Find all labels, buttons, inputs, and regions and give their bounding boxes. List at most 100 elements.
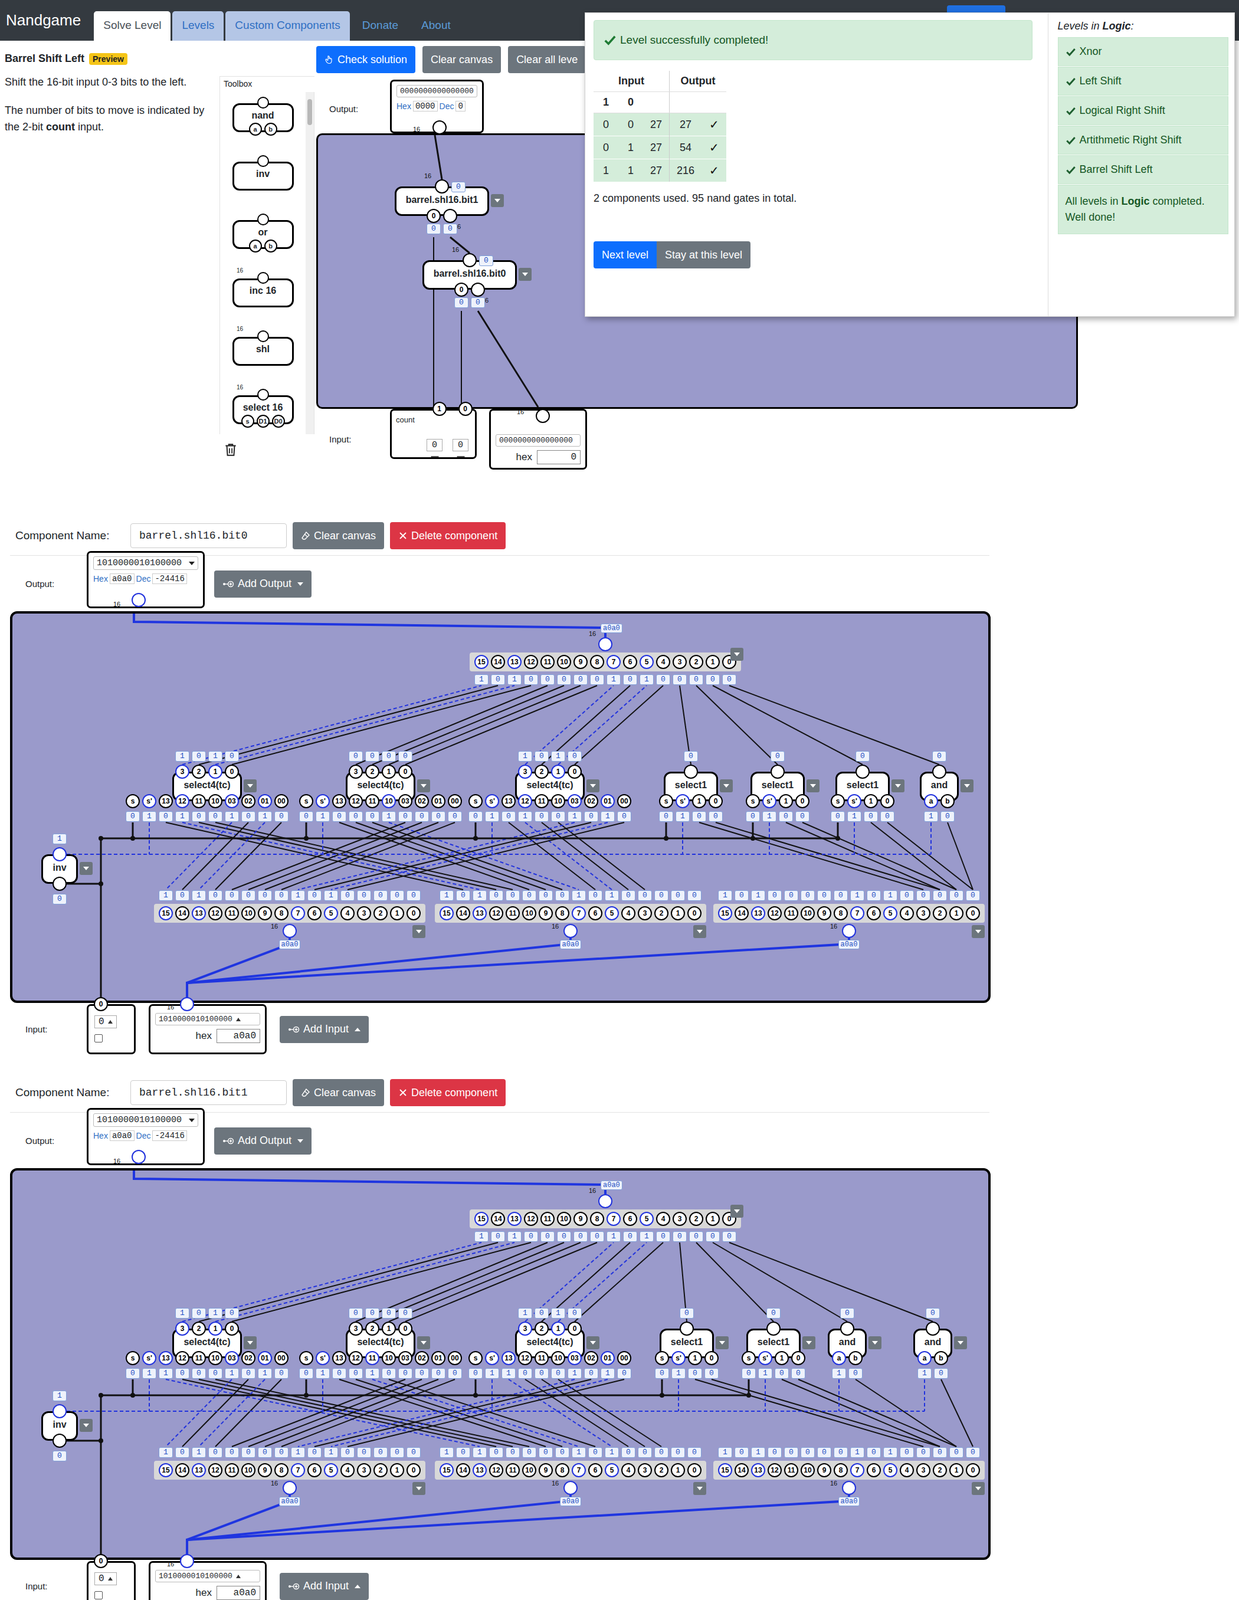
- input-pin[interactable]: 03: [224, 1351, 239, 1366]
- gate-component[interactable]: 0andab10: [909, 1307, 957, 1380]
- delete-component-button[interactable]: Delete component: [389, 1079, 506, 1107]
- input-pin[interactable]: 01: [257, 794, 272, 809]
- hex-input[interactable]: a0a0: [216, 1028, 261, 1044]
- input-pin[interactable]: s: [830, 794, 845, 809]
- output-pin[interactable]: 13: [191, 906, 206, 921]
- output-pin[interactable]: 3: [356, 906, 372, 921]
- output-pin[interactable]: 11: [784, 1463, 799, 1478]
- input-pin[interactable]: 1: [778, 794, 793, 809]
- dropdown-button[interactable]: [79, 1418, 93, 1432]
- output-pin[interactable]: 12: [489, 906, 504, 921]
- bit-checkbox[interactable]: [94, 1034, 103, 1043]
- input-pin[interactable]: 12: [175, 794, 190, 809]
- input-pin[interactable]: 0: [426, 208, 441, 224]
- bit-checkbox[interactable]: [430, 456, 439, 458]
- trash-icon[interactable]: [223, 441, 239, 458]
- level-item[interactable]: Left Shift: [1057, 66, 1229, 96]
- input-pin[interactable]: 5: [639, 1211, 654, 1227]
- output-pin[interactable]: 1: [208, 1321, 223, 1336]
- output-pin[interactable]: 11: [505, 906, 520, 921]
- delete-component-button[interactable]: Delete component: [389, 522, 506, 550]
- input-pin[interactable]: [52, 1433, 67, 1448]
- output-pin[interactable]: [131, 1149, 146, 1165]
- output-pin[interactable]: 9: [538, 1463, 553, 1478]
- output-pin[interactable]: 14: [175, 1463, 190, 1478]
- gate-component[interactable]: 0andab10: [823, 1307, 871, 1380]
- output-pin[interactable]: 7: [571, 906, 586, 921]
- gate-component[interactable]: 10103210select4(tc)ss'131211100302010001…: [467, 750, 633, 823]
- dropdown-caret[interactable]: [188, 1118, 195, 1123]
- component-name-input[interactable]: barrel.shl16.bit0: [130, 523, 287, 549]
- circuit-canvas[interactable]: 16a0a01514131211109876543210101000001010…: [10, 1168, 991, 1560]
- clear-canvas-button[interactable]: Clear canvas: [292, 1079, 385, 1107]
- output-pin[interactable]: 8: [274, 1463, 289, 1478]
- output-pin[interactable]: 14: [456, 1463, 471, 1478]
- output-pin[interactable]: 0: [567, 1321, 582, 1336]
- input-pin[interactable]: s: [654, 1351, 670, 1366]
- dropdown-button[interactable]: [693, 925, 707, 939]
- output-pin[interactable]: 1: [551, 1321, 566, 1336]
- output-pin[interactable]: 2: [191, 1321, 206, 1336]
- output-pin[interactable]: [766, 1321, 781, 1336]
- output-pin[interactable]: 6: [307, 1463, 322, 1478]
- dropdown-button[interactable]: [868, 1336, 882, 1350]
- output-pin[interactable]: 15: [718, 1463, 733, 1478]
- input-pin[interactable]: 15: [474, 654, 489, 670]
- input-pin[interactable]: s': [675, 794, 690, 809]
- input-pin[interactable]: [52, 876, 67, 891]
- output-pin[interactable]: [432, 120, 447, 135]
- input-pin[interactable]: s: [125, 1351, 140, 1366]
- input-pin[interactable]: s: [468, 1351, 483, 1366]
- input-pin[interactable]: 03: [398, 1351, 413, 1366]
- input-pin[interactable]: 00: [274, 1351, 289, 1366]
- input-pin[interactable]: 1: [863, 794, 878, 809]
- dropdown-button[interactable]: [730, 647, 744, 661]
- brand[interactable]: Nandgame: [0, 11, 94, 30]
- input-pin[interactable]: b: [933, 1351, 949, 1366]
- splitter[interactable]: 1010000010100000151413121110987654321016…: [434, 889, 707, 950]
- dropdown-caret[interactable]: [188, 561, 195, 566]
- input-pin[interactable]: [443, 208, 458, 224]
- dropdown-button[interactable]: [586, 1336, 600, 1350]
- output-pin[interactable]: 1: [389, 906, 405, 921]
- output-pin[interactable]: 5: [323, 906, 339, 921]
- output-pin[interactable]: 0: [224, 764, 239, 779]
- output-pin[interactable]: 4: [621, 1463, 636, 1478]
- output-pin[interactable]: 5: [883, 906, 898, 921]
- output-pin[interactable]: 2: [534, 764, 549, 779]
- input-pin[interactable]: 01: [431, 1351, 446, 1366]
- input-pin[interactable]: 11: [191, 794, 206, 809]
- gate-component[interactable]: 10103210select4(tc)ss'131211100302010001…: [124, 1307, 290, 1380]
- output-pin[interactable]: [462, 253, 477, 268]
- input-pin[interactable]: 01: [431, 794, 446, 809]
- output-pin[interactable]: 8: [833, 906, 848, 921]
- output-pin[interactable]: 10: [800, 906, 815, 921]
- input-pin[interactable]: 13: [332, 794, 347, 809]
- toolbar-button[interactable]: Check solution: [316, 46, 416, 74]
- level-item[interactable]: Barrel Shift Left: [1057, 155, 1229, 185]
- toolbar-button[interactable]: Clear canvas: [422, 46, 501, 74]
- output-pin[interactable]: 6: [588, 1463, 603, 1478]
- input-pin[interactable]: 13: [501, 794, 516, 809]
- input-pin[interactable]: 1: [705, 654, 720, 670]
- output-pin[interactable]: [52, 1404, 67, 1419]
- toolbox-item[interactable]: inv: [220, 150, 306, 209]
- dropdown-button[interactable]: [243, 1336, 257, 1350]
- input-pin[interactable]: s': [315, 794, 330, 809]
- output-pin[interactable]: 2: [932, 906, 947, 921]
- splitter[interactable]: 1010000010100000151413121110987654321016…: [153, 1446, 426, 1507]
- add-output-button[interactable]: Add Output: [214, 570, 312, 598]
- input-pin[interactable]: 0: [880, 794, 895, 809]
- output-pin[interactable]: 11: [505, 1463, 520, 1478]
- output-pin[interactable]: [683, 764, 698, 779]
- input-pin[interactable]: s': [847, 794, 862, 809]
- input-pin[interactable]: s: [125, 794, 140, 809]
- input-pin[interactable]: s': [142, 794, 157, 809]
- input-pin[interactable]: 01: [257, 1351, 272, 1366]
- input-pin[interactable]: [841, 1480, 857, 1496]
- dropdown-button[interactable]: [715, 1336, 729, 1350]
- output-pin[interactable]: 1: [389, 1463, 405, 1478]
- output-pin[interactable]: 6: [866, 1463, 881, 1478]
- gate-component[interactable]: 10103210select4(tc)ss'131211100302010001…: [124, 750, 290, 823]
- output-pin[interactable]: 1: [670, 1463, 685, 1478]
